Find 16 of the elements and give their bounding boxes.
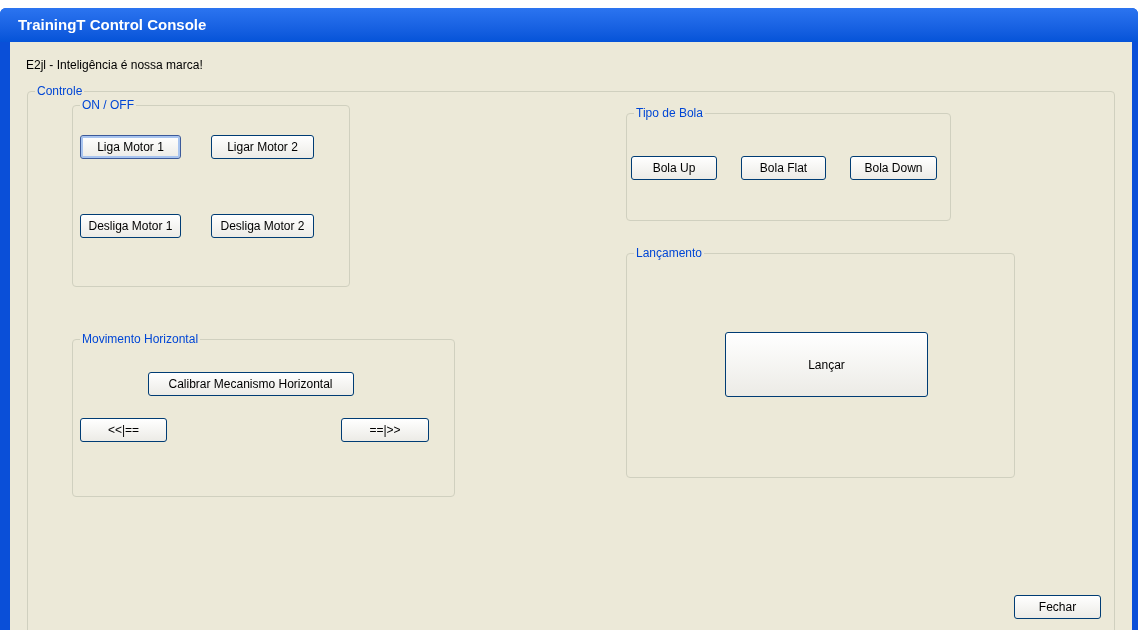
button[interactable]: Desliga Motor 2: [211, 214, 314, 238]
button[interactable]: Ligar Motor 2: [211, 135, 314, 159]
button[interactable]: Bola Flat: [741, 156, 826, 180]
button[interactable]: ==|>>: [341, 418, 429, 442]
window-title: TrainingT Control Console: [18, 14, 207, 35]
group-label: Tipo de Bola: [634, 105, 705, 121]
group-label: Lançamento: [634, 245, 705, 261]
button[interactable]: Calibrar Mecanismo Horizontal: [147, 372, 354, 396]
button[interactable]: Fechar: [1014, 595, 1101, 619]
button[interactable]: <<|==: [80, 418, 167, 442]
button[interactable]: Bola Up: [631, 156, 717, 180]
button[interactable]: Lançar: [725, 332, 928, 397]
tagline: E2jl - Inteligência é nossa marca!: [26, 57, 204, 73]
button[interactable]: Bola Down: [850, 156, 937, 180]
button[interactable]: Desliga Motor 1: [80, 214, 181, 238]
button[interactable]: Liga Motor 1: [80, 135, 181, 159]
